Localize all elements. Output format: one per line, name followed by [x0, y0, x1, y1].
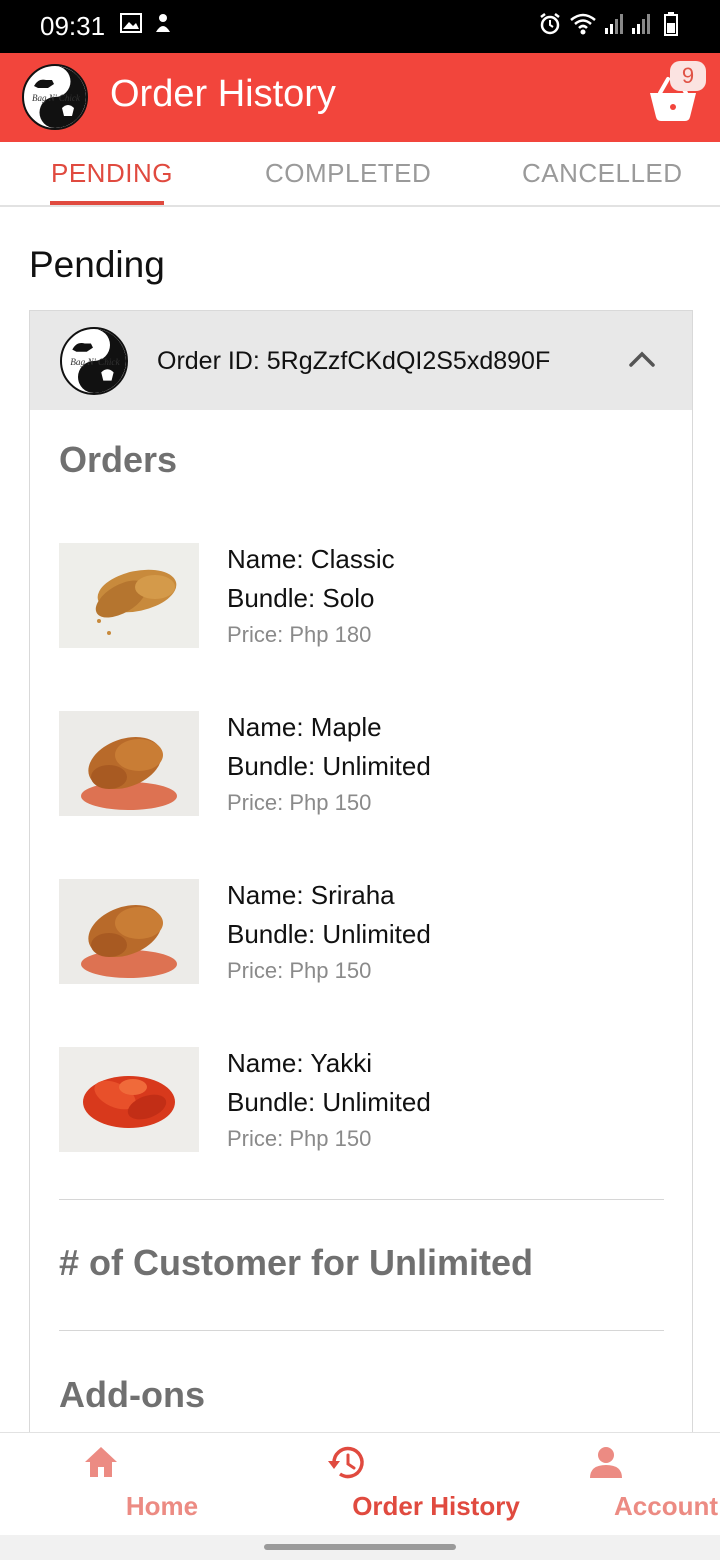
chevron-up-icon[interactable] [628, 349, 656, 369]
tab-completed[interactable]: COMPLETED [265, 158, 431, 189]
nav-home[interactable]: Home [40, 1433, 198, 1536]
wifi-icon [570, 13, 596, 35]
item-price: Price: Php 150 [227, 790, 372, 815]
status-time: 09:31 [40, 11, 106, 41]
list-item[interactable]: Name: Sriraha Bundle: Unlimited Price: P… [59, 879, 659, 989]
order-id: Order ID: 5RgZzfCKdQI2S5xd890F [157, 347, 551, 375]
account-icon [590, 1447, 622, 1478]
signal-icon [632, 14, 650, 34]
orders-heading: Orders [59, 439, 178, 480]
page-title: Order History [110, 73, 336, 115]
item-price: Price: Php 180 [227, 622, 372, 647]
tab-cancelled[interactable]: CANCELLED [522, 158, 683, 189]
item-name: Name: Classic [227, 544, 395, 574]
list-item[interactable]: Name: Yakki Bundle: Unlimited Price: Php… [59, 1047, 659, 1157]
list-item[interactable]: Name: Maple Bundle: Unlimited Price: Php… [59, 711, 659, 821]
section-title: Pending [29, 244, 165, 285]
customer-count-heading: # of Customer for Unlimited [59, 1242, 534, 1283]
food-image [59, 543, 199, 648]
history-icon [328, 1446, 364, 1479]
food-image [59, 711, 199, 816]
signal-icon [605, 14, 623, 34]
svg-text:Bag N' Chick: Bag N' Chick [70, 358, 120, 368]
item-price: Price: Php 150 [227, 958, 372, 983]
divider [59, 1199, 664, 1200]
list-item[interactable]: Name: Classic Bundle: Solo Price: Php 18… [59, 543, 659, 653]
item-bundle: Bundle: Unlimited [227, 919, 431, 949]
nav-home-label: Home [125, 1491, 199, 1521]
image-icon [120, 13, 142, 33]
brand-logo: Bag N' Chick [22, 64, 88, 130]
item-bundle: Bundle: Unlimited [227, 751, 431, 781]
home-icon [85, 1447, 117, 1477]
divider [59, 1330, 664, 1331]
cart-count-badge: 9 [670, 61, 706, 91]
app-bar: Bag N' Chick Order History 9 [0, 53, 720, 142]
food-image [59, 1047, 199, 1152]
gesture-bar [0, 1535, 720, 1560]
battery-icon [664, 12, 678, 36]
addons-heading: Add-ons [59, 1374, 205, 1415]
tab-pending[interactable]: PENDING [51, 158, 173, 189]
nav-account-label: Account [614, 1491, 718, 1521]
item-name: Name: Sriraha [227, 880, 395, 910]
nav-order-history[interactable]: Order History [256, 1433, 520, 1536]
item-name: Name: Maple [227, 712, 382, 742]
status-bar: 09:31 [0, 0, 720, 53]
notification-icon [156, 14, 170, 32]
nav-account[interactable]: Account [546, 1433, 718, 1536]
gesture-handle[interactable] [264, 1544, 456, 1550]
nav-order-history-label: Order History [352, 1491, 520, 1521]
order-status-tabs: PENDING COMPLETED CANCELLED [0, 142, 720, 207]
order-logo: Bag N' Chick [60, 327, 128, 395]
item-price: Price: Php 150 [227, 1126, 372, 1151]
active-tab-indicator [50, 201, 164, 205]
svg-text:Bag N' Chick: Bag N' Chick [32, 93, 81, 103]
item-bundle: Bundle: Solo [227, 583, 375, 613]
item-bundle: Bundle: Unlimited [227, 1087, 431, 1117]
alarm-icon [540, 13, 560, 35]
order-card: Bag N' Chick Order ID: 5RgZzfCKdQI2S5xd8… [29, 310, 693, 1440]
order-card-header[interactable]: Bag N' Chick Order ID: 5RgZzfCKdQI2S5xd8… [30, 311, 692, 410]
item-name: Name: Yakki [227, 1048, 372, 1078]
bottom-navigation: Home Order History Account [0, 1432, 720, 1535]
food-image [59, 879, 199, 984]
